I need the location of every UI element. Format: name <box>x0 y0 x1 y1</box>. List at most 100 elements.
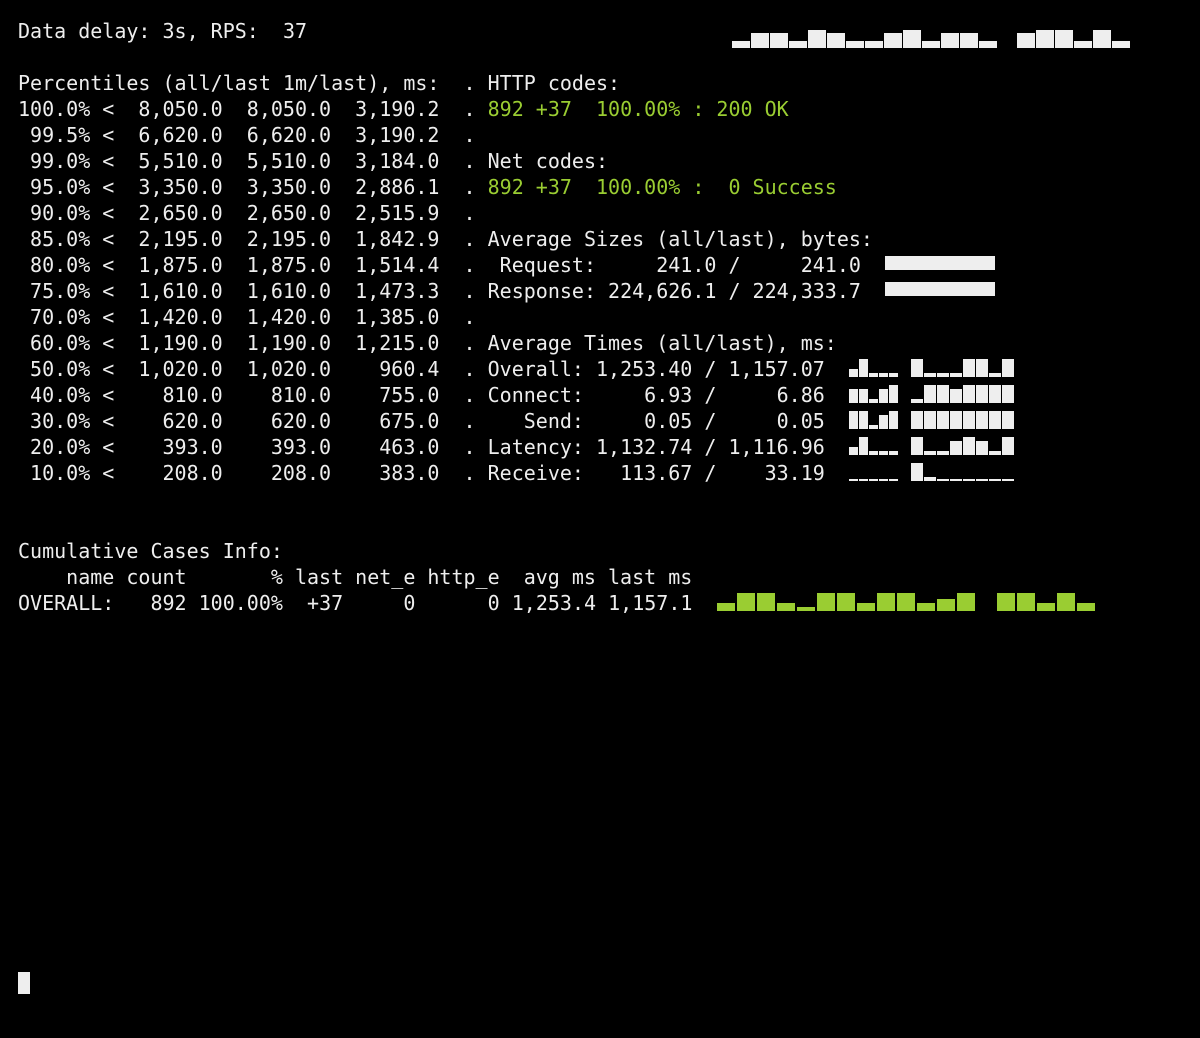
time-label: Latency: <box>488 435 584 459</box>
time-spark-a <box>849 437 899 455</box>
time-last: 33.19 <box>728 461 824 485</box>
pct-cell: 40.0% < 810.0 810.0 755.0 <box>18 383 439 407</box>
pct-cell: 100.0% < 8,050.0 8,050.0 3,190.2 <box>18 97 439 121</box>
case-count: 892 <box>126 591 186 615</box>
dot: . <box>464 201 476 225</box>
delay-value: 3s, <box>163 19 199 43</box>
dot: . <box>464 149 476 173</box>
percentile-row: 10.0% < 208.0 208.0 383.0 . Receive: 113… <box>18 460 1182 486</box>
pct-cell: 90.0% < 2,650.0 2,650.0 2,515.9 <box>18 201 439 225</box>
pct-cell: 30.0% < 620.0 620.0 675.0 <box>18 409 439 433</box>
header-sparkline <box>732 30 1131 48</box>
dot: . <box>464 357 476 381</box>
time-spark-b <box>911 385 1015 403</box>
pct-cell: 80.0% < 1,875.0 1,875.0 1,514.4 <box>18 253 439 277</box>
case-httpe: 0 <box>427 591 499 615</box>
percentile-row: 100.0% < 8,050.0 8,050.0 3,190.2 . 892 +… <box>18 96 1182 122</box>
pct-cell: 99.0% < 5,510.0 5,510.0 3,184.0 <box>18 149 439 173</box>
delay-label: Data delay: <box>18 19 150 43</box>
percentiles-title: Percentiles (all/last 1m/last), ms: <box>18 71 439 95</box>
code-line: 892 +37 100.00% : 0 Success <box>488 175 837 199</box>
percentile-rows: 100.0% < 8,050.0 8,050.0 3,190.2 . 892 +… <box>18 96 1182 486</box>
terminal-screen: Data delay: 3s, RPS: 37 Percentiles (all… <box>0 0 1200 1038</box>
percentile-row: 70.0% < 1,420.0 1,420.0 1,385.0 . <box>18 304 1182 330</box>
pct-cell: 10.0% < 208.0 208.0 383.0 <box>18 461 439 485</box>
percentiles-title-row: Percentiles (all/last 1m/last), ms: . HT… <box>18 70 1182 96</box>
percentile-row: 20.0% < 393.0 393.0 463.0 . Latency: 1,1… <box>18 434 1182 460</box>
percentile-row: 90.0% < 2,650.0 2,650.0 2,515.9 . <box>18 200 1182 226</box>
rps-label: RPS: <box>211 19 259 43</box>
case-last: +37 <box>295 591 343 615</box>
percentile-row: 60.0% < 1,190.0 1,190.0 1,215.0 . Averag… <box>18 330 1182 356</box>
time-spark-b <box>911 411 1015 429</box>
time-last: 0.05 <box>728 409 824 433</box>
time-label: Connect: <box>488 383 584 407</box>
dot0: . <box>464 71 476 95</box>
pct-cell: 85.0% < 2,195.0 2,195.0 1,842.9 <box>18 227 439 251</box>
time-spark-b <box>911 359 1015 377</box>
time-last: 1,157.07 <box>728 357 824 381</box>
time-all: 6.93 <box>596 383 692 407</box>
dot: . <box>464 331 476 355</box>
dot: . <box>464 305 476 329</box>
size-bar <box>885 256 995 270</box>
size-bar <box>885 282 995 296</box>
percentile-row: 30.0% < 620.0 620.0 675.0 . Send: 0.05 /… <box>18 408 1182 434</box>
percentile-row: 85.0% < 2,195.0 2,195.0 1,842.9 . Averag… <box>18 226 1182 252</box>
cases-header: name count % last net_e http_e avg ms la… <box>18 564 1182 590</box>
time-spark-a <box>849 463 899 481</box>
cursor <box>18 972 30 994</box>
pct-cell: 75.0% < 1,610.0 1,610.0 1,473.3 <box>18 279 439 303</box>
dot: . <box>464 435 476 459</box>
percentile-row: 80.0% < 1,875.0 1,875.0 1,514.4 . Reques… <box>18 252 1182 278</box>
cases-sparkline <box>717 593 1097 611</box>
time-all: 0.05 <box>596 409 692 433</box>
percentile-row: 75.0% < 1,610.0 1,610.0 1,473.3 . Respon… <box>18 278 1182 304</box>
http-codes-title: HTTP codes: <box>488 71 620 95</box>
pct-cell: 20.0% < 393.0 393.0 463.0 <box>18 435 439 459</box>
case-lastms: 1,157.1 <box>608 591 692 615</box>
time-spark-a <box>849 385 899 403</box>
time-last: 1,116.96 <box>728 435 824 459</box>
case-nete: 0 <box>355 591 415 615</box>
time-spark-b <box>911 463 1015 481</box>
time-label: Send: <box>488 409 584 433</box>
time-all: 113.67 <box>596 461 692 485</box>
pct-cell: 99.5% < 6,620.0 6,620.0 3,190.2 <box>18 123 439 147</box>
section-title: Net codes: <box>488 149 608 173</box>
dot: . <box>464 175 476 199</box>
code-line: 892 +37 100.00% : 200 OK <box>488 97 789 121</box>
time-all: 1,132.74 <box>596 435 692 459</box>
time-spark-a <box>849 359 899 377</box>
cases-title: Cumulative Cases Info: <box>18 538 1182 564</box>
rps-value: 37 <box>283 19 307 43</box>
size-line: Response: 224,626.1 / 224,333.7 <box>488 279 861 303</box>
dot: . <box>464 97 476 121</box>
dot: . <box>464 383 476 407</box>
section-title: Average Sizes (all/last), bytes: <box>488 227 873 251</box>
time-last: 6.86 <box>728 383 824 407</box>
percentile-row: 50.0% < 1,020.0 1,020.0 960.4 . Overall:… <box>18 356 1182 382</box>
time-label: Overall: <box>488 357 584 381</box>
pct-cell: 70.0% < 1,420.0 1,420.0 1,385.0 <box>18 305 439 329</box>
percentile-row: 99.5% < 6,620.0 6,620.0 3,190.2 . <box>18 122 1182 148</box>
size-line: Request: 241.0 / 241.0 <box>488 253 861 277</box>
pct-cell: 60.0% < 1,190.0 1,190.0 1,215.0 <box>18 331 439 355</box>
time-spark-a <box>849 411 899 429</box>
time-spark-b <box>911 437 1015 455</box>
pct-cell: 50.0% < 1,020.0 1,020.0 960.4 <box>18 357 439 381</box>
percentile-row: 99.0% < 5,510.0 5,510.0 3,184.0 . Net co… <box>18 148 1182 174</box>
percentile-row: 40.0% < 810.0 810.0 755.0 . Connect: 6.9… <box>18 382 1182 408</box>
dot: . <box>464 409 476 433</box>
time-all: 1,253.40 <box>596 357 692 381</box>
time-label: Receive: <box>488 461 584 485</box>
dot: . <box>464 461 476 485</box>
percentile-row: 95.0% < 3,350.0 3,350.0 2,886.1 . 892 +3… <box>18 174 1182 200</box>
dot: . <box>464 123 476 147</box>
dot: . <box>464 279 476 303</box>
case-pct: 100.00% <box>199 591 283 615</box>
cases-row: OVERALL: 892 100.00% +37 0 0 1,253.4 1,1… <box>18 590 1182 616</box>
case-name: OVERALL: <box>18 591 114 615</box>
dot: . <box>464 253 476 277</box>
section-title: Average Times (all/last), ms: <box>488 331 837 355</box>
